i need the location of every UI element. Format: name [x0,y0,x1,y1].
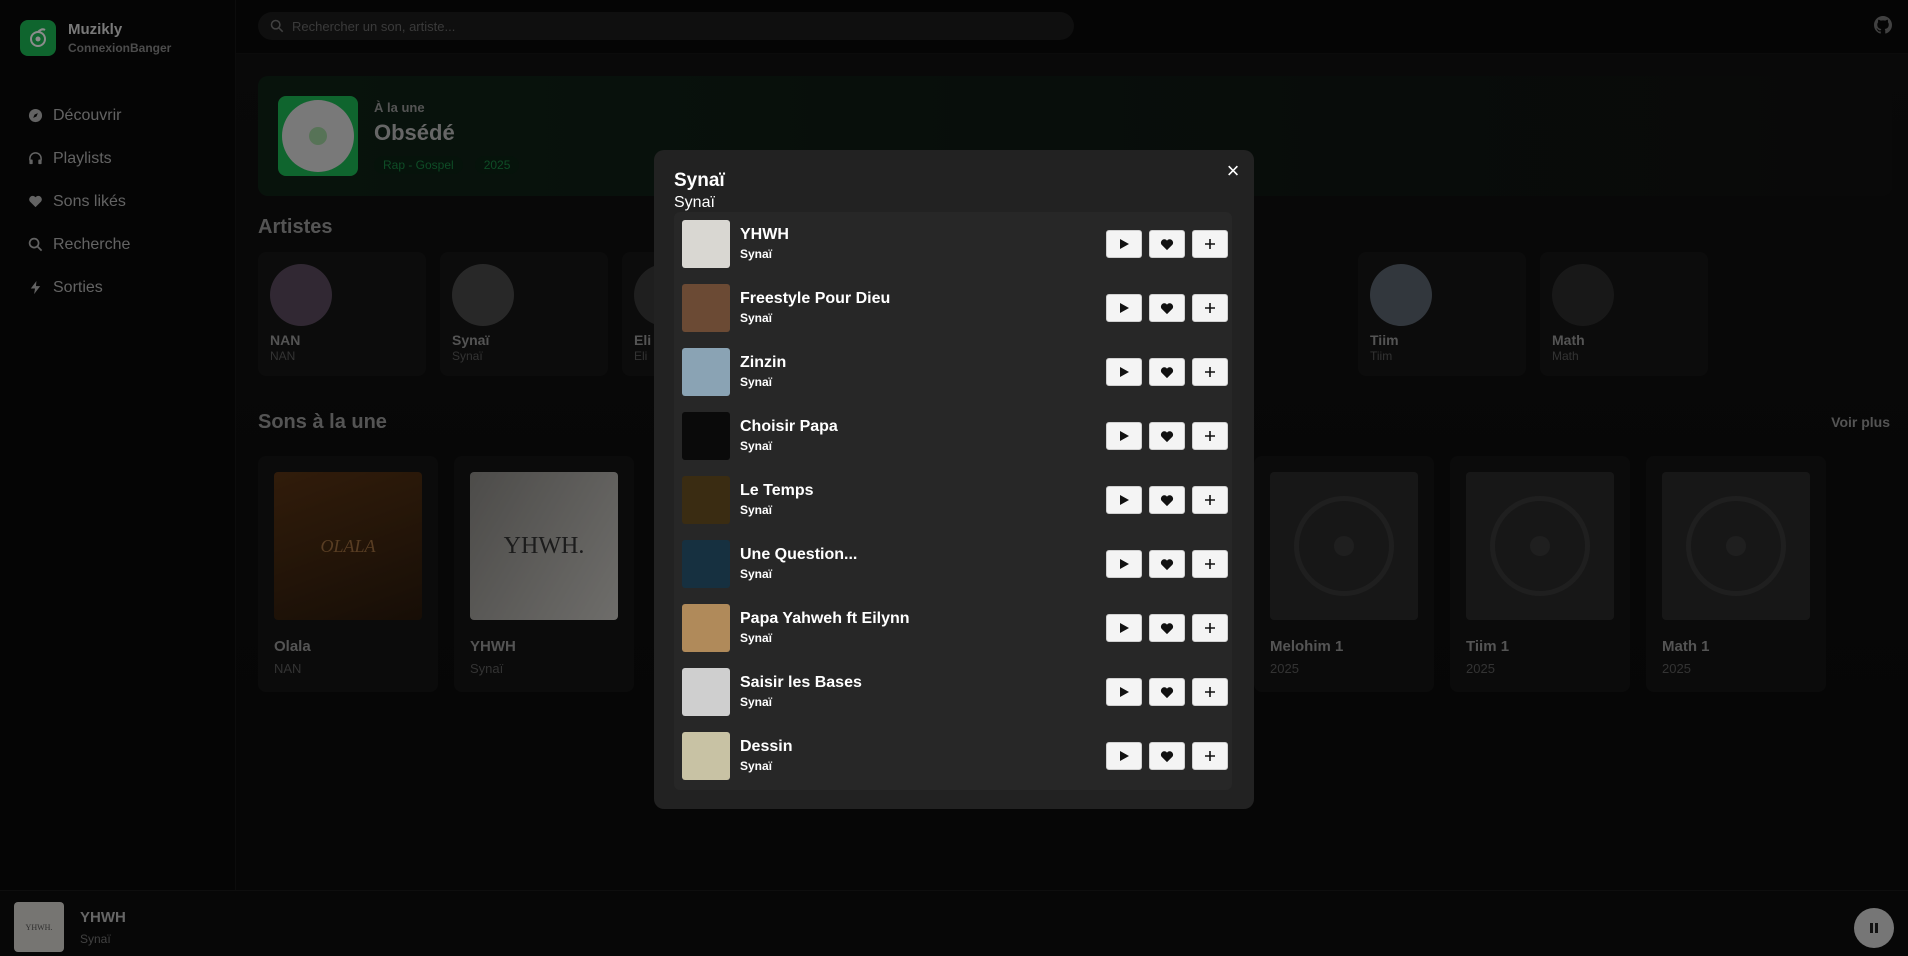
add-to-playlist-button[interactable] [1192,422,1228,450]
track-artist: Synaï [740,375,773,389]
play-button[interactable] [1106,422,1142,450]
track-row[interactable]: Choisir Papa Synaï [674,404,1232,468]
track-row[interactable]: Freestyle Pour Dieu Synaï [674,276,1232,340]
plus-icon [1205,623,1215,633]
track-artist: Synaï [740,759,773,773]
track-title: Papa Yahweh ft Eilynn [740,610,910,627]
add-to-playlist-button[interactable] [1192,358,1228,386]
add-to-playlist-button[interactable] [1192,678,1228,706]
play-button[interactable] [1106,678,1142,706]
track-title: Une Question... [740,546,858,563]
track-cover [682,284,730,332]
plus-icon [1205,303,1215,313]
track-title: Le Temps [740,482,814,499]
add-to-playlist-button[interactable] [1192,294,1228,322]
play-icon [1120,367,1129,377]
track-artist: Synaï [740,439,773,453]
track-title: Zinzin [740,354,787,371]
play-button[interactable] [1106,550,1142,578]
like-button[interactable] [1149,550,1185,578]
plus-icon [1205,559,1215,569]
heart-icon [1160,622,1174,634]
track-row[interactable]: YHWH Synaï [674,212,1232,276]
track-cover [682,220,730,268]
track-cover [682,540,730,588]
track-artist: Synaï [740,311,773,325]
play-icon [1120,623,1129,633]
track-row[interactable]: Le Temps Synaï [674,468,1232,532]
like-button[interactable] [1149,678,1185,706]
track-title: Saisir les Bases [740,674,862,691]
track-row[interactable]: Dessin Synaï [674,724,1232,788]
track-cover [682,668,730,716]
track-title: Dessin [740,738,793,755]
track-cover [682,412,730,460]
plus-icon [1205,751,1215,761]
app-root: Muzikly ConnexionBanger Découvrir Playli… [0,0,1908,956]
add-to-playlist-button[interactable] [1192,742,1228,770]
heart-icon [1160,366,1174,378]
plus-icon [1205,239,1215,249]
like-button[interactable] [1149,742,1185,770]
track-artist: Synaï [740,567,773,581]
track-artist: Synaï [740,695,773,709]
track-row[interactable]: Saisir les Bases Synaï [674,660,1232,724]
track-cover [682,604,730,652]
play-icon [1120,431,1129,441]
add-to-playlist-button[interactable] [1192,550,1228,578]
like-button[interactable] [1149,486,1185,514]
track-list: YHWH Synaï Freestyle Pour Dieu Synaï Zinzin S… [674,212,1232,790]
plus-icon [1205,687,1215,697]
track-artist: Synaï [740,503,773,517]
track-row[interactable]: Zinzin Synaï [674,340,1232,404]
play-button[interactable] [1106,486,1142,514]
play-button[interactable] [1106,614,1142,642]
plus-icon [1205,431,1215,441]
like-button[interactable] [1149,422,1185,450]
play-icon [1120,495,1129,505]
play-button[interactable] [1106,294,1142,322]
add-to-playlist-button[interactable] [1192,486,1228,514]
heart-icon [1160,686,1174,698]
play-icon [1120,751,1129,761]
add-to-playlist-button[interactable] [1192,614,1228,642]
heart-icon [1160,430,1174,442]
track-title: YHWH [740,226,789,243]
modal-subtitle: Synaï [674,194,715,211]
track-artist: Synaï [740,247,773,261]
heart-icon [1160,302,1174,314]
play-button[interactable] [1106,230,1142,258]
plus-icon [1205,367,1215,377]
like-button[interactable] [1149,294,1185,322]
play-icon [1120,303,1129,313]
like-button[interactable] [1149,614,1185,642]
like-button[interactable] [1149,230,1185,258]
track-artist: Synaï [740,631,773,645]
track-row[interactable]: Une Question... Synaï [674,532,1232,596]
play-icon [1120,559,1129,569]
track-cover [682,732,730,780]
track-cover [682,476,730,524]
add-to-playlist-button[interactable] [1192,230,1228,258]
play-icon [1120,687,1129,697]
artist-modal: × Synaï Synaï YHWH Synaï Freestyle Pour Di… [654,150,1254,809]
play-icon [1120,239,1129,249]
like-button[interactable] [1149,358,1185,386]
close-button[interactable]: × [1222,160,1244,182]
plus-icon [1205,495,1215,505]
track-title: Choisir Papa [740,418,838,435]
play-button[interactable] [1106,742,1142,770]
play-button[interactable] [1106,358,1142,386]
track-row[interactable]: Papa Yahweh ft Eilynn Synaï [674,596,1232,660]
heart-icon [1160,238,1174,250]
modal-title: Synaï [674,170,725,191]
track-cover [682,348,730,396]
heart-icon [1160,558,1174,570]
heart-icon [1160,494,1174,506]
track-title: Freestyle Pour Dieu [740,290,891,307]
heart-icon [1160,750,1174,762]
